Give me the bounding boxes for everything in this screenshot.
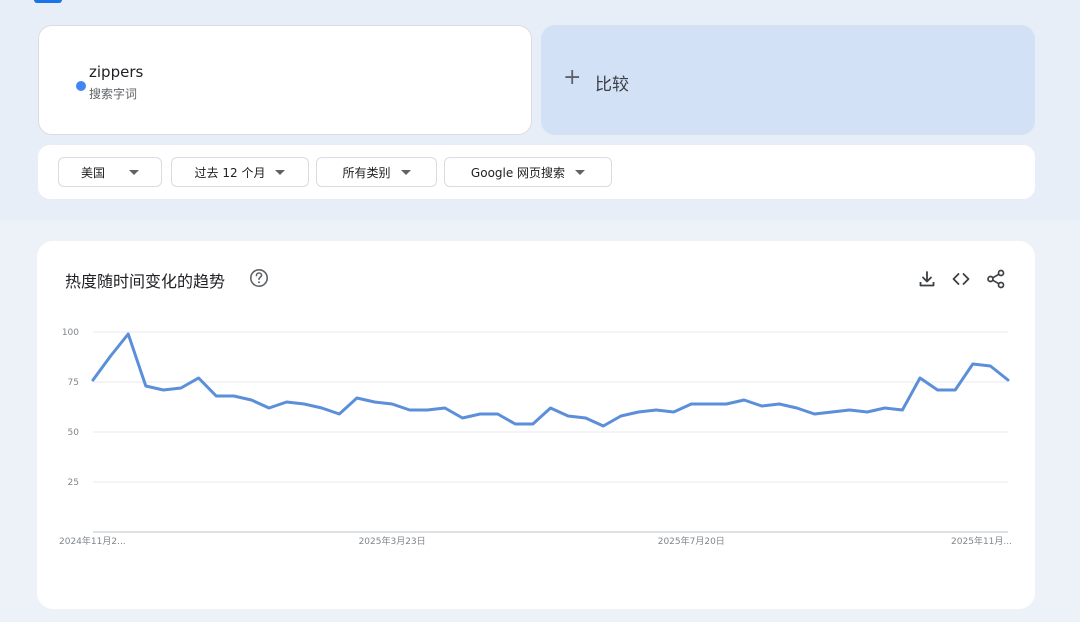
category-filter-label: 所有类别 — [342, 165, 391, 180]
data-point — [389, 401, 395, 407]
data-point — [759, 403, 765, 409]
data-point — [178, 385, 184, 391]
dropdown-caret-icon — [575, 169, 586, 175]
data-point — [583, 415, 589, 421]
data-point — [864, 409, 870, 415]
data-point — [424, 407, 430, 413]
y-tick-label: 75 — [68, 378, 79, 388]
data-point — [706, 401, 712, 407]
active-tab-indicator — [34, 0, 62, 3]
data-point — [794, 405, 800, 411]
category-filter[interactable]: 所有类别 — [316, 157, 437, 187]
interest-over-time-chart[interactable]: 25 50 75 100 2024年11月2... 2025年3月23日 2025年7月20… — [37, 241, 1035, 609]
data-point — [688, 401, 694, 407]
data-point — [336, 411, 342, 417]
search-term-card[interactable]: zippers 搜索字词 — [38, 25, 532, 135]
dropdown-caret-icon — [129, 169, 139, 175]
data-point — [213, 393, 219, 399]
data-point — [952, 387, 958, 393]
share-icon[interactable] — [985, 268, 1007, 290]
data-point — [776, 401, 782, 407]
data-point — [266, 405, 272, 411]
x-tick-label: 2025年11月... — [951, 535, 1012, 547]
download-icon[interactable] — [916, 268, 938, 290]
search-term-subtitle: 搜索字词 — [89, 87, 138, 101]
y-tick-label: 25 — [68, 478, 79, 488]
data-point — [495, 411, 501, 417]
search-type-filter[interactable]: Google 网页搜索 — [444, 157, 612, 187]
y-tick-label: 100 — [62, 328, 79, 338]
region-filter[interactable]: 美国 — [58, 157, 162, 187]
data-point — [1005, 377, 1011, 383]
data-point — [125, 331, 131, 337]
chart-title: 热度随时间变化的趋势 — [65, 272, 226, 291]
data-point — [899, 407, 905, 413]
data-point — [723, 401, 729, 407]
x-tick-label: 2024年11月2... — [59, 535, 126, 547]
time-range-filter-label: 过去 12 个月 — [194, 165, 266, 180]
help-icon[interactable] — [249, 268, 269, 288]
data-point — [231, 393, 237, 399]
data-point — [618, 413, 624, 419]
compare-button[interactable]: + 比较 — [541, 25, 1035, 135]
plus-icon: + — [563, 65, 582, 90]
data-point — [284, 399, 290, 405]
data-point — [442, 405, 448, 411]
dropdown-caret-icon — [275, 169, 286, 175]
data-point — [143, 383, 149, 389]
filter-bar: 美国 过去 12 个月 所有类别 Google 网页搜索 — [38, 145, 1035, 199]
data-point — [372, 399, 378, 405]
search-type-filter-label: Google 网页搜索 — [470, 165, 566, 180]
data-point — [530, 421, 536, 427]
data-point — [565, 413, 571, 419]
data-point — [987, 363, 993, 369]
compare-label: 比较 — [595, 75, 629, 95]
data-point — [829, 409, 835, 415]
dropdown-caret-icon — [400, 169, 411, 175]
data-point — [548, 405, 554, 411]
embed-icon[interactable] — [950, 268, 972, 290]
data-point — [407, 407, 413, 413]
data-point — [653, 407, 659, 413]
data-point — [160, 387, 166, 393]
x-tick-label: 2025年3月23日 — [359, 535, 426, 547]
data-point — [90, 377, 96, 383]
data-point — [882, 405, 888, 411]
data-point — [847, 407, 853, 413]
data-point — [635, 409, 641, 415]
data-point — [512, 421, 518, 427]
x-tick-label: 2025年7月20日 — [658, 535, 725, 547]
data-point — [108, 353, 114, 359]
data-point — [301, 401, 307, 407]
data-point — [970, 361, 976, 367]
data-point — [811, 411, 817, 417]
data-point — [671, 409, 677, 415]
data-point — [935, 387, 941, 393]
interest-over-time-card: 25 50 75 100 2024年11月2... 2025年3月23日 2025年7月20… — [37, 241, 1035, 609]
data-point — [600, 423, 606, 429]
data-point — [319, 405, 325, 411]
series-line — [91, 332, 1010, 428]
data-point — [741, 397, 747, 403]
region-filter-label: 美国 — [80, 165, 105, 180]
time-range-filter[interactable]: 过去 12 个月 — [171, 157, 309, 187]
y-tick-label: 50 — [68, 428, 80, 438]
data-point — [354, 395, 360, 401]
data-point — [477, 411, 483, 417]
search-term-name[interactable]: zippers — [89, 63, 143, 81]
data-point — [460, 415, 466, 421]
data-point — [196, 375, 202, 381]
data-point — [248, 397, 254, 403]
data-point — [917, 375, 923, 381]
series-color-dot — [76, 81, 86, 91]
